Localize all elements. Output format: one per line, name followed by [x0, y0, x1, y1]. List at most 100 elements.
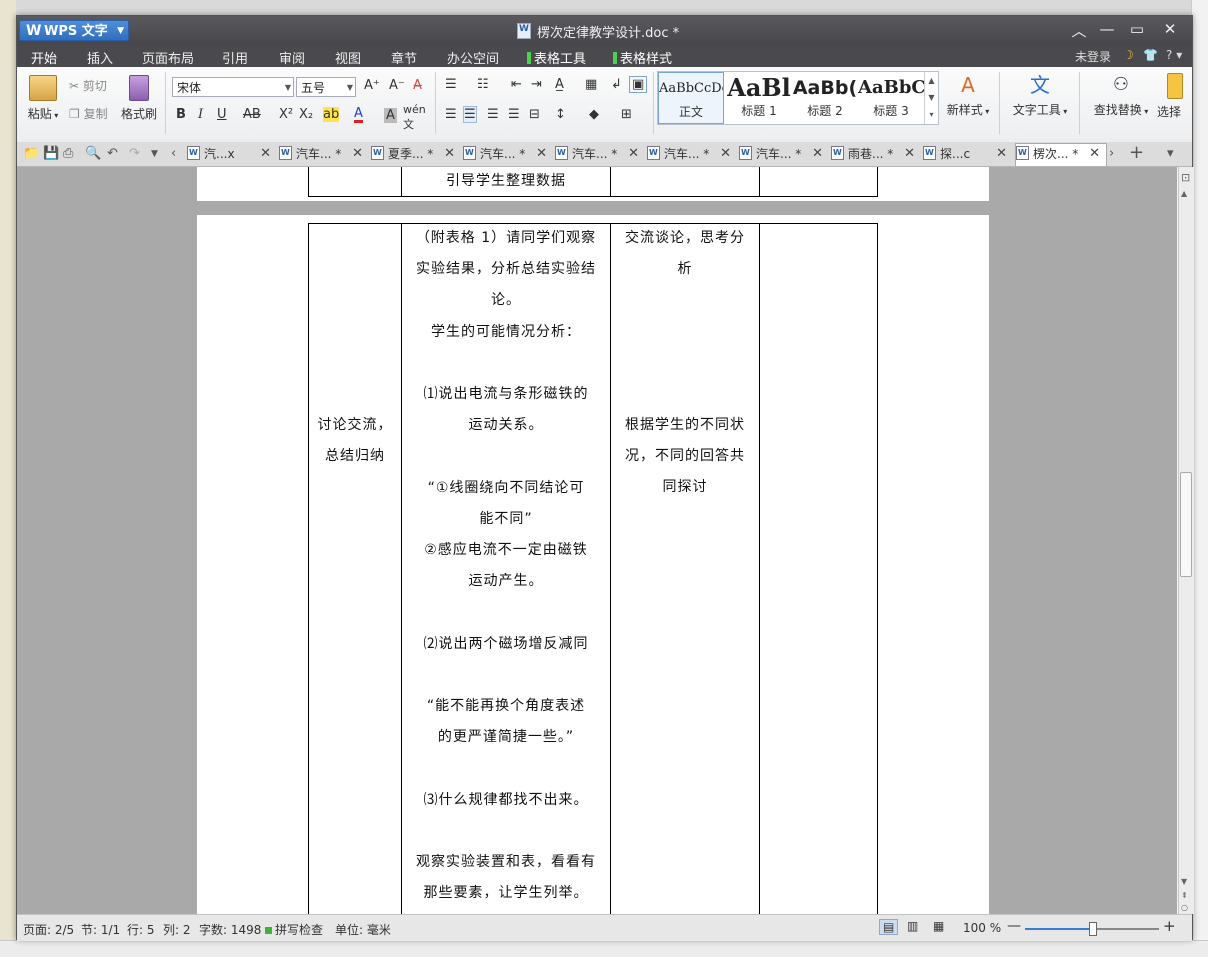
- doc-tab[interactable]: 汽车... * ✕: [463, 143, 553, 164]
- close-icon[interactable]: ✕: [352, 144, 363, 164]
- distribute-icon[interactable]: ⊟: [529, 107, 540, 122]
- shirt-icon[interactable]: 👕: [1143, 48, 1158, 62]
- copy-button[interactable]: ❐ 复制: [69, 105, 108, 122]
- line-spacing-icon[interactable]: ↕: [555, 107, 566, 122]
- open-folder-icon[interactable]: 📁: [23, 146, 39, 161]
- tab-scroll-left-icon[interactable]: ‹: [171, 146, 176, 161]
- table-cell-col3-a[interactable]: 交流谈论，思考分 析: [611, 223, 759, 285]
- split-view-icon[interactable]: ⊡: [1181, 171, 1190, 184]
- menu-references[interactable]: 引用: [222, 48, 248, 67]
- close-icon[interactable]: ✕: [996, 144, 1007, 164]
- numbered-list-icon[interactable]: ☷: [477, 77, 489, 92]
- strikethrough-icon[interactable]: AB: [243, 107, 261, 122]
- doc-tab[interactable]: 探...c ✕: [923, 143, 1013, 164]
- close-icon[interactable]: ✕: [720, 144, 731, 164]
- clear-format-icon[interactable]: A̶: [413, 78, 422, 93]
- highlight-icon[interactable]: ab: [323, 107, 340, 122]
- vertical-scrollbar[interactable]: ⊡ ▲ ▼ ⇞ ○: [1178, 167, 1194, 914]
- font-size-select[interactable]: 五号 ▼: [296, 77, 356, 97]
- text-box-icon[interactable]: ▣: [629, 76, 648, 93]
- menu-review[interactable]: 审阅: [279, 48, 305, 67]
- menu-office-space[interactable]: 办公空间: [447, 48, 499, 67]
- select-button[interactable]: 选择: [1157, 73, 1187, 120]
- close-icon[interactable]: ✕: [628, 144, 639, 164]
- help-button[interactable]: ? ▾: [1166, 48, 1182, 62]
- skin-icon[interactable]: ☽: [1123, 48, 1134, 62]
- show-marks-icon[interactable]: ↲: [611, 77, 622, 92]
- tab-list-icon[interactable]: ▾: [1167, 146, 1174, 161]
- menu-insert[interactable]: 插入: [87, 48, 113, 67]
- doc-tab[interactable]: 汽...x ✕: [187, 143, 277, 164]
- quick-access-dropdown-icon[interactable]: ▼: [151, 149, 158, 159]
- close-icon[interactable]: ✕: [444, 144, 455, 164]
- menu-table-style[interactable]: 表格样式: [613, 48, 672, 67]
- chinese-layout-icon[interactable]: A̲: [555, 77, 564, 92]
- table-cell-col3-b[interactable]: 根据学生的不同状 况，不同的回答共 同探讨: [611, 410, 759, 504]
- style-heading-2[interactable]: AaBb( 标题 2: [792, 72, 858, 124]
- menu-page-layout[interactable]: 页面布局: [142, 48, 194, 67]
- table-cell-col1[interactable]: 讨论交流， 总结归纳: [309, 410, 401, 472]
- menu-chapter[interactable]: 章节: [391, 48, 417, 67]
- align-right-icon[interactable]: ☰: [487, 107, 499, 122]
- shrink-font-icon[interactable]: A⁻: [389, 78, 405, 93]
- redo-icon[interactable]: ↷: [129, 146, 140, 161]
- doc-tab[interactable]: 夏季... * ✕: [371, 143, 461, 164]
- close-icon[interactable]: ✕: [1089, 144, 1100, 164]
- subscript-icon[interactable]: X₂: [299, 107, 313, 122]
- scrollbar-thumb[interactable]: [1180, 472, 1192, 577]
- doc-tab[interactable]: 汽车... * ✕: [647, 143, 737, 164]
- web-view-icon[interactable]: ▦: [933, 919, 944, 933]
- page-indicator[interactable]: 页面: 2/5: [23, 921, 74, 938]
- page-view-icon[interactable]: ▤: [879, 919, 899, 935]
- table-grid-icon[interactable]: ▦: [585, 77, 597, 92]
- login-status[interactable]: 未登录: [1075, 48, 1111, 65]
- zoom-slider-thumb[interactable]: [1089, 922, 1097, 936]
- char-shading-icon[interactable]: A: [384, 108, 397, 123]
- tab-scroll-right-icon[interactable]: ›: [1109, 146, 1114, 161]
- app-menu-button[interactable]: W WPS 文字 ▼: [19, 20, 129, 41]
- decrease-indent-icon[interactable]: ⇤: [511, 77, 522, 92]
- style-heading-1[interactable]: AaBl 标题 1: [726, 72, 792, 124]
- bold-icon[interactable]: B: [176, 107, 186, 122]
- scroll-down-icon[interactable]: ▼: [1181, 877, 1187, 886]
- doc-tab[interactable]: 汽车... * ✕: [279, 143, 369, 164]
- find-replace-button[interactable]: ⚇ 查找替换 ▾: [1089, 73, 1153, 118]
- doc-tab[interactable]: 汽车... * ✕: [739, 143, 829, 164]
- align-center-icon[interactable]: ☰: [463, 106, 477, 123]
- doc-tab-active[interactable]: 楞次... * ✕: [1015, 143, 1107, 166]
- phonetic-icon[interactable]: wén 文: [403, 103, 426, 132]
- style-normal[interactable]: AaBbCcDc 正文: [658, 72, 724, 124]
- superscript-icon[interactable]: X²: [279, 107, 293, 122]
- doc-tab[interactable]: 雨巷... * ✕: [831, 143, 921, 164]
- close-icon[interactable]: ✕: [536, 144, 547, 164]
- new-style-button[interactable]: A 新样式 ▾: [943, 73, 993, 118]
- scroll-up-icon[interactable]: ▲: [1181, 189, 1187, 198]
- undo-icon[interactable]: ↶: [107, 146, 118, 161]
- close-button[interactable]: ✕: [1158, 20, 1182, 38]
- save-icon[interactable]: 💾: [43, 146, 59, 161]
- spell-check-toggle[interactable]: 拼写检查: [265, 921, 323, 938]
- collapse-ribbon-button[interactable]: ︿: [1067, 20, 1091, 41]
- font-color-icon[interactable]: A: [354, 107, 363, 123]
- maximize-button[interactable]: ▭: [1125, 20, 1149, 38]
- border-icon[interactable]: ⊞: [621, 107, 632, 122]
- print-icon[interactable]: ⎙: [63, 146, 73, 161]
- menu-table-tools[interactable]: 表格工具: [527, 48, 586, 67]
- cut-button[interactable]: ✂ 剪切: [69, 77, 107, 94]
- close-icon[interactable]: ✕: [812, 144, 823, 164]
- justify-icon[interactable]: ☰: [508, 107, 520, 122]
- font-name-select[interactable]: 宋体 ▼: [172, 77, 294, 97]
- grow-font-icon[interactable]: A⁺: [364, 78, 380, 93]
- zoom-out-icon[interactable]: —: [1007, 918, 1021, 934]
- paste-button[interactable]: 粘贴 ▾: [23, 75, 63, 122]
- new-tab-plus-icon[interactable]: +: [1129, 142, 1144, 163]
- close-icon[interactable]: ✕: [260, 144, 271, 164]
- close-icon[interactable]: ✕: [904, 144, 915, 164]
- italic-icon[interactable]: I: [198, 107, 203, 122]
- text-tools-button[interactable]: 文 文字工具 ▾: [1009, 73, 1071, 118]
- underline-icon[interactable]: U: [217, 107, 227, 122]
- table-cell-col2[interactable]: （附表格 1）请同学们观察 实验结果，分析总结实验结 论。 学生的可能情况分析：…: [402, 223, 610, 909]
- doc-tab[interactable]: 汽车... * ✕: [555, 143, 645, 164]
- zoom-in-icon[interactable]: +: [1163, 917, 1176, 935]
- word-count[interactable]: 字数: 1498: [199, 921, 261, 938]
